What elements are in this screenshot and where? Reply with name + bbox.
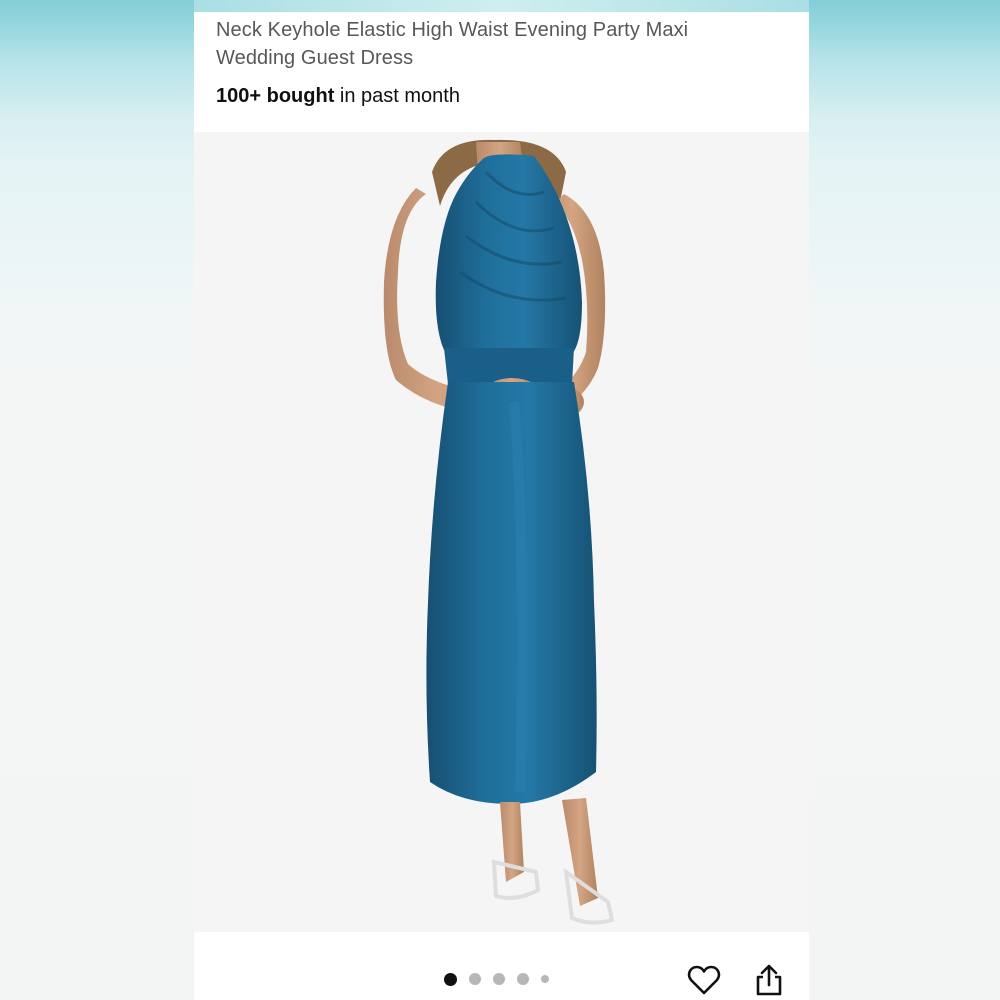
product-header: Neck Keyhole Elastic High Waist Evening … (216, 16, 796, 110)
carousel-dot-3[interactable] (493, 973, 505, 985)
carousel-dot-2[interactable] (469, 973, 481, 985)
carousel-dots (444, 972, 549, 986)
bought-in-past-month: 100+ bought in past month (216, 82, 796, 110)
product-title-line-1: Neck Keyhole Elastic High Waist Evening … (216, 19, 689, 41)
dress-photo (383, 139, 615, 925)
carousel-dot-5[interactable] (541, 975, 549, 983)
bought-suffix: in past month (334, 85, 460, 107)
share-button[interactable] (749, 960, 789, 1000)
heart-icon (687, 965, 721, 995)
product-image[interactable] (194, 132, 809, 932)
carousel-dot-4[interactable] (517, 973, 529, 985)
image-controls (194, 932, 809, 1000)
top-strip (194, 0, 809, 12)
share-icon (756, 964, 782, 996)
backdrop-right (809, 0, 1000, 1000)
backdrop-left (0, 0, 194, 1000)
product-title-line-2: Wedding Guest Dress (216, 47, 414, 69)
wishlist-button[interactable] (684, 960, 724, 1000)
bought-count: 100+ bought (216, 85, 335, 107)
product-page: Neck Keyhole Elastic High Waist Evening … (194, 0, 809, 1000)
product-title[interactable]: Neck Keyhole Elastic High Waist Evening … (216, 16, 796, 72)
carousel-dot-1[interactable] (444, 972, 457, 986)
